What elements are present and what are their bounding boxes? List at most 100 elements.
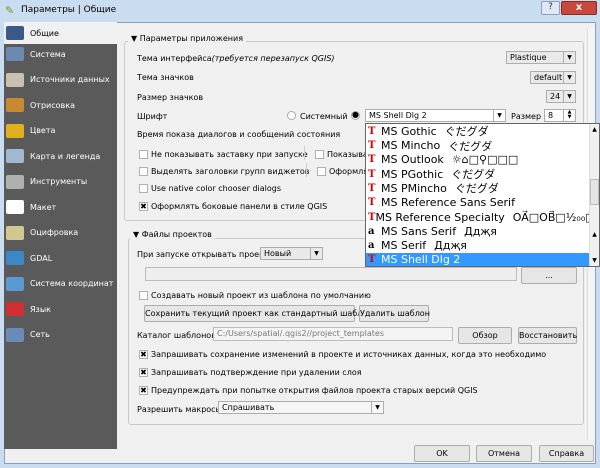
font-option[interactable]: T MS Gothic ぐだグダ: [366, 124, 590, 139]
checkbox[interactable]: [315, 150, 324, 159]
sidebar-item[interactable]: Язык: [6, 299, 51, 319]
font-option[interactable]: T MS PGothic ぐだグダ: [366, 167, 590, 182]
project-path-input[interactable]: [145, 267, 517, 281]
scroll-up-icon[interactable]: ▲: [590, 124, 599, 135]
chevron-down-icon: ▼: [563, 52, 575, 63]
font-select[interactable]: MS Shell Dlg 2 ▼: [365, 109, 506, 122]
font-label: Шрифт: [137, 112, 168, 121]
sidebar-item[interactable]: Оцифровка: [6, 223, 78, 243]
sidebar-item[interactable]: Карта и легенда: [6, 146, 100, 166]
browse-path-button[interactable]: ...: [521, 267, 577, 284]
chevron-down-icon: ▼: [493, 110, 505, 121]
checkbox[interactable]: [139, 184, 148, 193]
sidebar-item-label: Инструменты: [30, 177, 88, 186]
truetype-icon: T: [368, 140, 376, 152]
checkbox[interactable]: [317, 167, 326, 176]
font-custom-radio[interactable]: ●: [351, 111, 360, 120]
font-name: MS Gothic: [381, 124, 437, 138]
checkbox-label: Не показывать заставку при запуске: [151, 150, 308, 159]
checkbox[interactable]: ✖: [139, 368, 148, 377]
scroll-down-icon[interactable]: ▼: [590, 255, 599, 266]
icon-size-select[interactable]: 24 ▼: [546, 90, 576, 103]
macros-label: Разрешить макросы: [137, 405, 222, 414]
font-size-spinbox[interactable]: 8 ▲ ▼: [544, 109, 576, 122]
font-option[interactable]: T MS Outlook ☼⌂□⚲□□□: [366, 153, 590, 168]
group-title: Параметры приложения: [139, 34, 244, 43]
table-icon: [6, 72, 24, 87]
sidebar-item-label: Общие: [30, 28, 59, 38]
font-option[interactable]: T MS PMincho ぐだグダ: [366, 181, 590, 196]
font-option[interactable]: T MS Shell Dlg 2: [366, 252, 590, 266]
sidebar-item-label: Оцифровка: [30, 228, 79, 237]
font-sample: ☼⌂□⚲□□□: [451, 153, 519, 167]
bitmap-font-icon: a: [368, 225, 375, 237]
truetype-icon: T: [368, 168, 376, 180]
theme-select[interactable]: Plastique ▼: [506, 51, 576, 64]
font-system-label: Системный: [300, 112, 348, 121]
close-button[interactable]: x: [561, 1, 597, 15]
truetype-icon: T: [368, 182, 376, 194]
template-dir-input[interactable]: C:/Users/spatial/.qgis2//project_templat…: [213, 327, 453, 341]
save-template-button[interactable]: Сохранить текущий проект как стандартный…: [144, 305, 372, 322]
project-files-header[interactable]: ▼ Файлы проектов: [130, 230, 215, 239]
cancel-button[interactable]: Отмена: [476, 445, 532, 462]
truetype-icon: T: [368, 197, 376, 209]
font-dropdown-list: T MS Gothic ぐだグダ T MS Mincho ぐだグダ T MS Outlook ☼…: [365, 123, 600, 267]
page-icon: [6, 200, 24, 214]
help-title-button[interactable]: ?: [541, 1, 560, 15]
font-name: MS PMincho: [381, 181, 447, 195]
globe-icon: [6, 251, 24, 265]
sidebar-item[interactable]: Система координат: [6, 274, 113, 294]
sidebar-item[interactable]: Общие: [6, 23, 59, 43]
sidebar-item[interactable]: Отрисовка: [6, 95, 75, 115]
sidebar-item-label: Цвета: [30, 126, 56, 135]
sidebar-item[interactable]: Система: [6, 44, 66, 64]
browse-button[interactable]: Обзор: [458, 327, 512, 344]
open-project-select[interactable]: Новый ▼: [260, 247, 323, 260]
font-option[interactable]: T MS Reference Specialty OA⃗□OB⃗□¹⁄₂₀₀□: [366, 210, 596, 225]
checkbox-label: Показыва: [327, 150, 368, 159]
map-icon: [6, 149, 24, 163]
font-system-radio[interactable]: [287, 111, 296, 120]
sidebar-item[interactable]: Сеть: [6, 325, 50, 345]
ok-button[interactable]: OK: [414, 445, 470, 462]
checkbox[interactable]: [139, 291, 148, 300]
template-dir-label: Каталог шаблонов: [137, 331, 216, 340]
font-option[interactable]: T MS Mincho ぐだグダ: [366, 138, 590, 153]
open-project-label: При запуске открывать проект: [137, 250, 269, 259]
sidebar-item-label: Источники данных: [30, 75, 110, 84]
sidebar-item-label: Карта и легенда: [30, 151, 101, 161]
delete-template-button[interactable]: Удалить шаблон: [359, 305, 430, 322]
sidebar-item[interactable]: Источники данных: [6, 70, 110, 90]
timeout-label: Время показа диалогов и сообщений состоя…: [137, 130, 341, 139]
font-sample: Ддҗя: [434, 239, 467, 253]
sidebar-item[interactable]: Цвета: [6, 121, 55, 141]
font-option[interactable]: a MS Serif Ддҗя: [366, 238, 590, 253]
font-name: MS Sans Serif: [381, 224, 457, 238]
font-option[interactable]: T MS Reference Sans Serif: [366, 196, 590, 211]
checkbox[interactable]: ✖: [139, 386, 148, 395]
checkbox[interactable]: ✖: [139, 202, 148, 211]
checkbox-label: Запрашивать сохранение изменений в проек…: [151, 350, 547, 359]
sidebar-item[interactable]: Макет: [6, 197, 56, 217]
checkbox[interactable]: [139, 167, 148, 176]
checkbox[interactable]: ✖: [139, 350, 148, 359]
help-button[interactable]: Справка: [539, 445, 594, 462]
font-sample: OA⃗□OB⃗□¹⁄₂₀₀□: [512, 210, 596, 224]
restore-button[interactable]: Восстановить: [518, 327, 577, 344]
sidebar-item[interactable]: Инструменты: [6, 172, 87, 192]
font-option[interactable]: a MS Sans Serif Ддҗя: [366, 224, 590, 239]
sidebar-item-label: Сеть: [30, 330, 50, 339]
flags-icon: [6, 302, 24, 316]
dropdown-scrollbar[interactable]: ▲ ▲ ▼: [589, 124, 599, 266]
sidebar-item[interactable]: GDAL: [6, 248, 52, 268]
spin-arrows-icon[interactable]: ▲ ▼: [563, 110, 575, 121]
macros-select[interactable]: Спрашивать ▼: [218, 401, 384, 414]
scroll-up-icon[interactable]: ▲: [590, 229, 599, 240]
icon-theme-select[interactable]: default ▼: [530, 71, 576, 84]
scroll-thumb[interactable]: [590, 179, 599, 205]
checkbox-label: Создавать новый проект из шаблона по умо…: [151, 291, 371, 300]
qgis-logo-icon: ✎: [5, 4, 15, 17]
checkbox[interactable]: [139, 150, 148, 159]
app-settings-header[interactable]: ▼ Параметры приложения: [128, 34, 247, 43]
